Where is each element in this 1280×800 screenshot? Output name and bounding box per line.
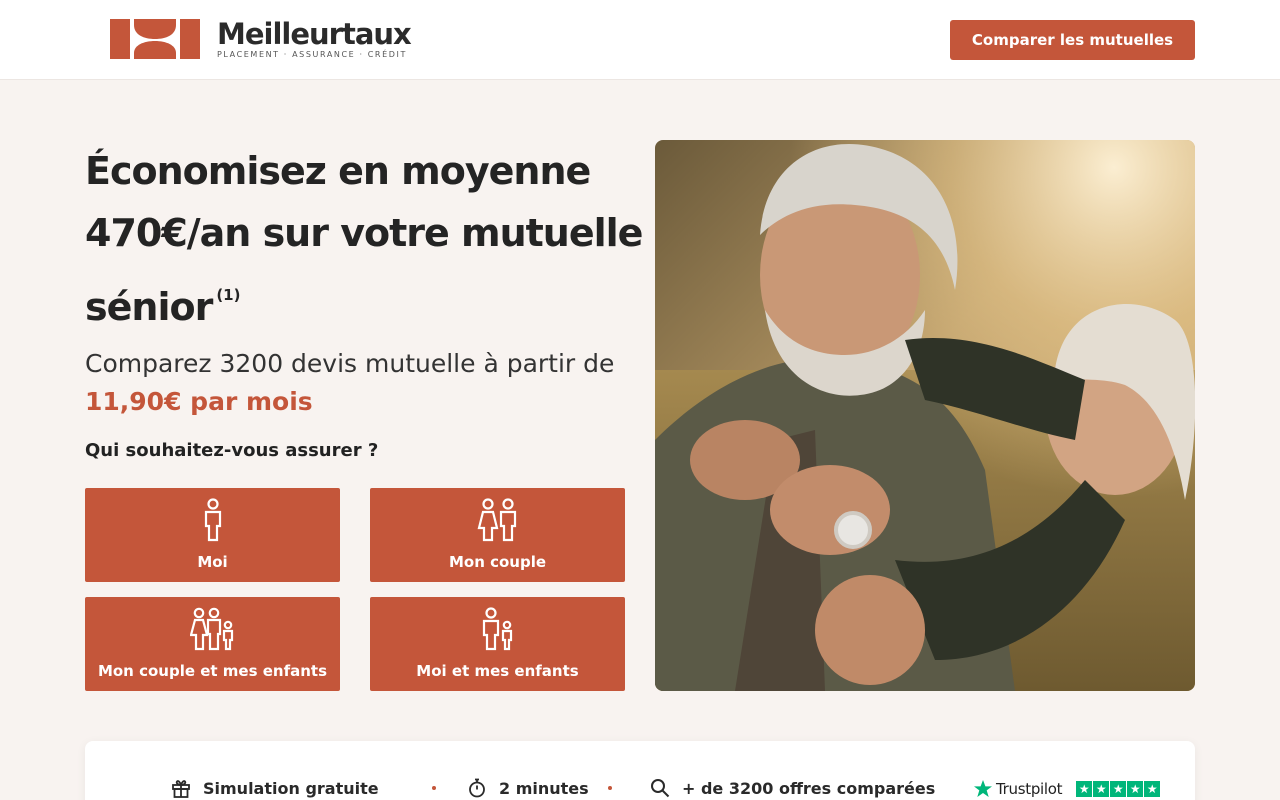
trustpilot-stars: ★ ★ ★ ★ ★ xyxy=(1076,781,1161,797)
choice-label: Moi xyxy=(197,553,228,571)
choice-family-button[interactable]: Mon couple et mes enfants xyxy=(85,597,340,691)
brand-logo[interactable]: Meilleurtaux PLACEMENT · ASSURANCE · CRÉ… xyxy=(110,17,412,59)
star-icon: ★ xyxy=(1076,781,1093,797)
brand-tagline: PLACEMENT · ASSURANCE · CRÉDIT xyxy=(217,50,407,59)
footnote-marker: (1) xyxy=(216,286,241,304)
insure-question: Qui souhaitez-vous assurer ? xyxy=(85,440,379,461)
star-icon: ★ xyxy=(1127,781,1144,797)
compare-mutuelles-button[interactable]: Comparer les mutuelles xyxy=(950,20,1195,60)
feature-free-simulation: Simulation gratuite xyxy=(171,778,379,798)
feature-duration: 2 minutes xyxy=(467,778,589,798)
hero-title-text: Économisez en moyenne 470€/an sur votre … xyxy=(85,149,643,329)
trustpilot-label: Trustpilot xyxy=(996,780,1063,798)
site-header: Meilleurtaux PLACEMENT · ASSURANCE · CRÉ… xyxy=(0,0,1280,80)
choice-parent-children-button[interactable]: Moi et mes enfants xyxy=(370,597,625,691)
separator-dot xyxy=(432,786,436,790)
feature-label: Simulation gratuite xyxy=(203,778,379,798)
gift-icon xyxy=(172,780,190,798)
separator-dot xyxy=(608,786,612,790)
trustpilot-rating[interactable]: Trustpilot ★ ★ ★ ★ ★ xyxy=(973,779,1161,799)
trustpilot-star-icon xyxy=(974,780,992,797)
choice-label: Mon couple et mes enfants xyxy=(97,662,328,680)
hero-price: 11,90€ par mois xyxy=(85,387,313,416)
logo-mark-icon xyxy=(110,19,200,59)
hero-title: Économisez en moyenne 470€/an sur votre … xyxy=(85,140,645,338)
feature-offers-compared: + de 3200 offres comparées xyxy=(650,778,935,798)
choice-label: Mon couple xyxy=(448,553,547,571)
parent-child-icon xyxy=(370,607,625,653)
couple-icon xyxy=(370,498,625,544)
hero-subtitle: Comparez 3200 devis mutuelle à partir de xyxy=(85,349,615,378)
brand-name: Meilleurtaux xyxy=(217,17,412,51)
feature-label: 2 minutes xyxy=(499,778,589,798)
features-bar: Simulation gratuite 2 minutes + de 3200 … xyxy=(85,741,1195,800)
feature-label: + de 3200 offres comparées xyxy=(682,778,936,798)
star-icon: ★ xyxy=(1110,781,1127,797)
single-person-icon xyxy=(85,498,340,544)
family-icon xyxy=(85,607,340,653)
stopwatch-icon xyxy=(469,778,485,798)
search-icon xyxy=(651,779,670,798)
choice-moi-button[interactable]: Moi xyxy=(85,488,340,582)
choice-label: Moi et mes enfants xyxy=(416,662,579,680)
star-icon: ★ xyxy=(1144,781,1161,797)
senior-couple-photo xyxy=(655,140,1195,691)
choice-couple-button[interactable]: Mon couple xyxy=(370,488,625,582)
star-icon: ★ xyxy=(1093,781,1110,797)
